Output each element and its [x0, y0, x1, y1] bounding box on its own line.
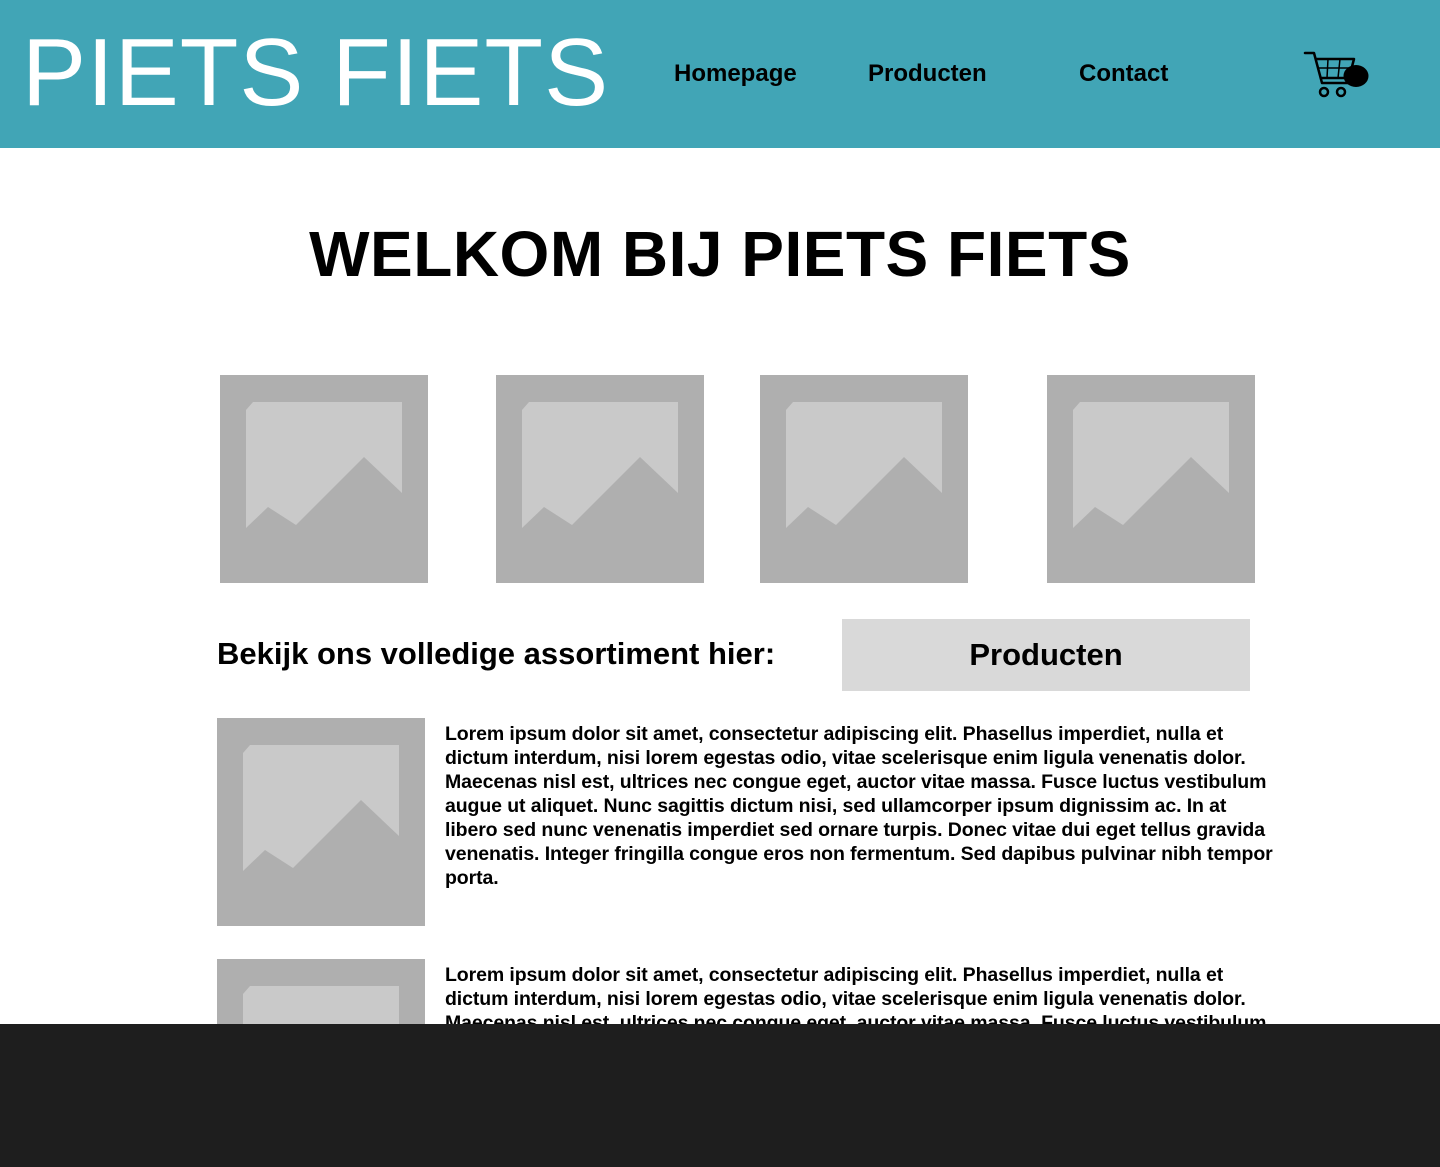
article-text-1: Lorem ipsum dolor sit amet, consectetur …	[445, 723, 1273, 889]
image-placeholder-icon	[1073, 402, 1229, 528]
products-button[interactable]: Producten	[842, 619, 1250, 691]
nav-homepage[interactable]: Homepage	[674, 58, 797, 90]
shopping-cart-icon	[1303, 51, 1369, 98]
article-image-1	[217, 718, 425, 926]
image-placeholder-icon	[246, 402, 402, 528]
site-header: PIETS FIETS Homepage Producten Contact	[0, 0, 1440, 148]
gallery-image-3[interactable]	[760, 375, 968, 583]
image-placeholder-icon	[243, 745, 399, 871]
image-placeholder-icon	[522, 402, 678, 528]
cta-text: Bekijk ons volledige assortiment hier:	[217, 636, 776, 671]
cart-button[interactable]	[1302, 50, 1372, 100]
image-placeholder-icon	[786, 402, 942, 528]
nav-contact[interactable]: Contact	[1079, 58, 1168, 90]
nav-products[interactable]: Producten	[868, 58, 987, 90]
gallery-image-2[interactable]	[496, 375, 704, 583]
gallery-image-4[interactable]	[1047, 375, 1255, 583]
site-footer	[0, 1024, 1440, 1167]
gallery-image-1[interactable]	[220, 375, 428, 583]
site-logo[interactable]: PIETS FIETS	[22, 18, 609, 128]
page-title: WELKOM BIJ PIETS FIETS	[309, 218, 1131, 290]
